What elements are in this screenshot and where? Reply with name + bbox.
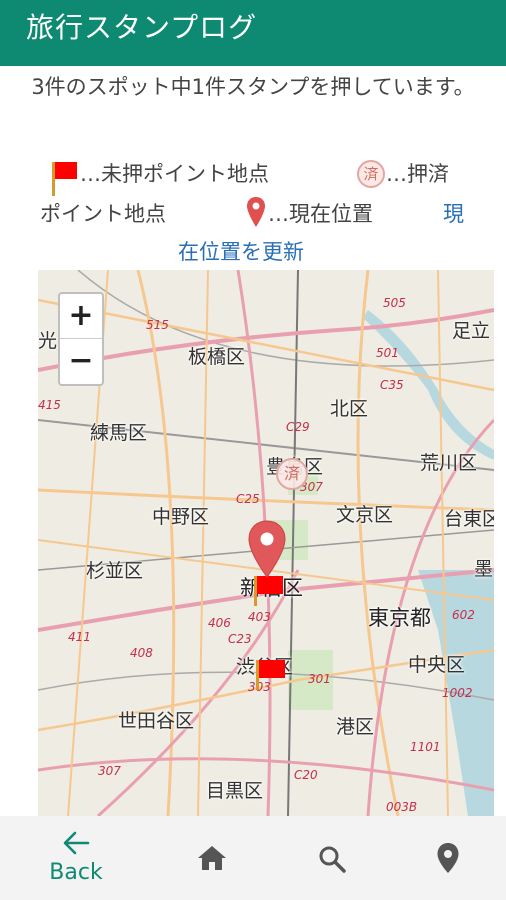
map-area-label: 足立 [452, 320, 491, 342]
location-nav-button[interactable] [428, 816, 468, 900]
bottom-navigation: Back [0, 816, 506, 900]
road-label: 1002 [442, 686, 473, 700]
map-area-label: 世田谷区 [118, 710, 195, 732]
map-area-label: 中央区 [408, 654, 466, 676]
road-label: 307 [98, 764, 121, 778]
zoom-in-button[interactable]: + [60, 294, 102, 339]
zoom-out-button[interactable]: − [60, 339, 102, 384]
current-location-pin-icon [246, 196, 266, 228]
map-area-label: 中野区 [152, 506, 210, 528]
search-icon [317, 846, 347, 878]
map-legend: …未押ポイント地点 済 …押済 ポイント地点 …現在位置 現 在位置を更新 [0, 150, 506, 270]
app-title: 旅行スタンプログ [26, 11, 258, 44]
road-label: 403 [248, 610, 271, 624]
road-label: C23 [228, 632, 252, 646]
map-area-label: 光 [38, 330, 58, 352]
unstamped-point-marker[interactable] [254, 576, 284, 606]
road-label: 415 [38, 398, 61, 412]
map-area-label: 東京都 [368, 606, 431, 630]
home-nav-button[interactable] [190, 816, 234, 900]
location-pin-icon [436, 843, 460, 878]
map-view[interactable]: + − 515 505 501 C35 C29 307 C25 403 406 … [38, 270, 494, 816]
road-label: C25 [236, 492, 260, 506]
stamped-point-marker[interactable]: 済 [276, 458, 308, 490]
map-area-label: 荒川区 [420, 452, 478, 474]
search-nav-button[interactable] [310, 816, 354, 900]
map-area-label: 目黒区 [206, 780, 264, 802]
flag-icon [50, 158, 78, 196]
road-label: 1101 [410, 740, 441, 754]
road-label: 301 [308, 672, 331, 686]
refresh-location-link[interactable]: 現 [443, 198, 464, 228]
legend-unstamped-label: …未押ポイント地点 [80, 162, 269, 186]
current-location-marker[interactable] [248, 520, 286, 578]
refresh-location-link-cont[interactable]: 在位置を更新 [178, 236, 304, 266]
unstamped-point-marker[interactable] [256, 660, 286, 690]
road-label: 501 [376, 346, 399, 360]
road-label: 003B [386, 800, 418, 814]
legend-current-label: …現在位置 [268, 202, 373, 226]
road-label: 515 [146, 318, 169, 332]
map-area-label: 杉並区 [86, 560, 144, 582]
legend-stamped-label: …押済 [386, 162, 449, 186]
road-label: 602 [452, 608, 475, 622]
road-label: 411 [68, 630, 91, 644]
map-area-label: 北区 [330, 398, 369, 420]
zoom-control: + − [58, 292, 104, 386]
map-area-label: 墨 [474, 558, 494, 580]
stamp-icon-text: 済 [357, 160, 385, 188]
road-label: C35 [380, 378, 404, 392]
map-area-label: 文京区 [336, 504, 394, 526]
map-area-label: 台東区 [444, 508, 494, 530]
arrow-left-icon [36, 816, 116, 860]
road-label: C29 [286, 420, 310, 434]
home-icon [196, 846, 228, 876]
app-bar: 旅行スタンプログ [0, 0, 506, 66]
map-area-label: 港区 [336, 716, 375, 738]
map-area-label: 板橋区 [188, 346, 246, 368]
map-area-label: 練馬区 [90, 422, 148, 444]
stamp-status-message: 3件のスポット中1件スタンプを押しています。 [31, 75, 475, 99]
back-button[interactable]: Back [36, 816, 116, 900]
stamp-icon: 済 [355, 158, 385, 192]
road-label: 408 [130, 646, 153, 660]
road-label: 406 [208, 616, 231, 630]
back-label: Back [49, 860, 103, 885]
road-label: 505 [383, 296, 406, 310]
road-label: C20 [294, 768, 318, 782]
legend-stamped-label-cont: ポイント地点 [40, 202, 166, 226]
